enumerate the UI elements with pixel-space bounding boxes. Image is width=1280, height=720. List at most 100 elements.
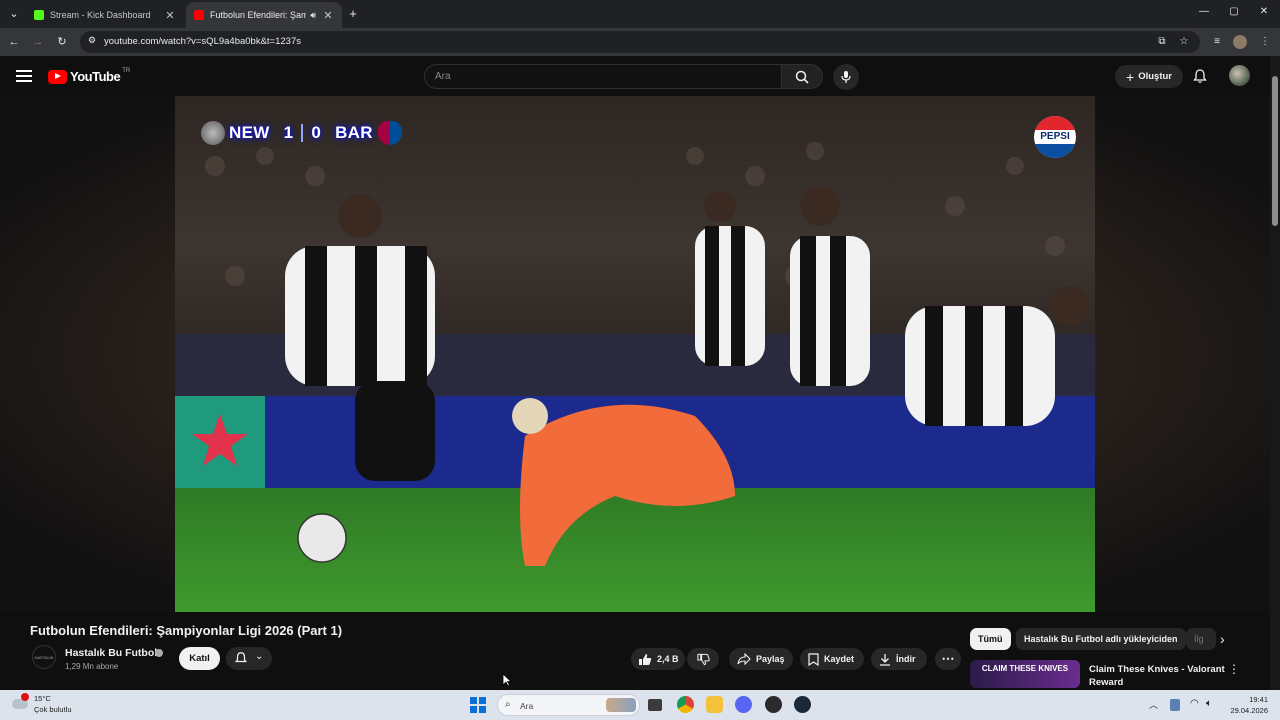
subscriber-count: 1,29 Mn abone [65, 662, 119, 671]
recommendation-title[interactable]: Claim These Knives - Valorant Reward [1089, 663, 1229, 689]
close-tab-icon[interactable]: ✕ [164, 9, 176, 22]
taskbar-search-input[interactable]: ⌕ Ara [497, 694, 640, 716]
away-score: 0 [311, 123, 322, 142]
steam-icon[interactable] [794, 696, 811, 713]
url-input[interactable]: ⚙ youtube.com/watch?v=sQL9a4ba0bk&t=1237… [80, 31, 1200, 53]
tray-app-icon[interactable] [1170, 699, 1180, 711]
search-input[interactable]: Ara [424, 64, 782, 89]
chip-label: Hastalık Bu Futbol adlı yükleyiciden [1024, 634, 1178, 644]
file-explorer-icon[interactable] [706, 696, 723, 713]
search-highlight-image [606, 698, 636, 712]
site-info-icon[interactable]: ⚙ [88, 35, 96, 46]
voice-search-button[interactable] [833, 64, 859, 90]
install-app-icon[interactable]: ⧉ [1155, 35, 1169, 49]
url-text: youtube.com/watch?v=sQL9a4ba0bk&t=1237s [104, 36, 301, 47]
tray-chevron-up-icon[interactable]: ︿ [1149, 698, 1158, 711]
bell-icon [234, 652, 248, 663]
save-bookmark-icon [808, 652, 819, 666]
channel-avatar[interactable]: HASTALIK [32, 645, 56, 669]
media-control-icon[interactable]: ≡ [1210, 35, 1224, 49]
barcelona-crest-icon [377, 121, 402, 145]
verified-badge-icon [155, 649, 163, 657]
youtube-favicon-icon [194, 10, 204, 20]
kick-favicon-icon [34, 10, 44, 20]
minimize-icon[interactable]: — [1194, 6, 1214, 22]
bookmark-star-icon[interactable]: ☆ [1177, 35, 1191, 49]
home-team: NEW [229, 123, 270, 142]
create-button[interactable]: + Oluştur [1115, 65, 1183, 88]
close-tab-icon[interactable]: ✕ [322, 9, 334, 22]
chevron-down-icon: ⌄ [255, 651, 264, 662]
join-button[interactable]: Katıl [179, 647, 220, 670]
chevron-right-icon[interactable]: › [1220, 631, 1225, 647]
notifications-bell-icon[interactable] [1192, 68, 1208, 84]
search-button[interactable] [781, 64, 823, 89]
country-code: TR [122, 67, 131, 74]
youtube-header: YouTube TR Ara + Oluştur [0, 56, 1280, 96]
forward-icon[interactable]: → [30, 35, 46, 49]
more-actions-button[interactable]: ⋯ [935, 648, 961, 670]
tab-kick-dashboard[interactable]: Stream - Kick Dashboard ✕ [26, 2, 184, 28]
windows-start-icon[interactable] [470, 697, 486, 713]
chip-all[interactable]: Tümü [970, 628, 1011, 650]
hamburger-menu-icon[interactable] [16, 68, 32, 84]
speaker-icon[interactable]: 🔊︎ [310, 10, 316, 21]
mouse-cursor-icon [502, 673, 512, 687]
newcastle-crest-icon [201, 121, 225, 145]
save-button[interactable]: Kaydet [800, 648, 864, 670]
close-window-icon[interactable]: ✕ [1254, 6, 1274, 22]
scrollbar-thumb[interactable] [1272, 76, 1278, 226]
obs-icon[interactable] [765, 696, 782, 713]
thumbnail-text: CLAIM THESE KNIVES [981, 664, 1069, 673]
create-label: Oluştur [1138, 71, 1172, 82]
save-label: Kaydet [824, 654, 855, 664]
microphone-icon [841, 71, 851, 83]
join-label: Katıl [189, 653, 210, 664]
download-icon [880, 653, 890, 666]
taskbar-clock[interactable]: 19:41 29.04.2026 [1224, 694, 1268, 716]
plus-icon: + [1126, 68, 1135, 85]
clock-date: 29.04.2026 [1230, 706, 1268, 715]
maximize-icon[interactable]: ▢ [1224, 6, 1244, 22]
tab-title: Futbolun Efendileri: Şampiy [210, 10, 307, 20]
youtube-play-icon [48, 69, 67, 84]
pepsi-red-band [1034, 116, 1076, 130]
channel-name[interactable]: Hastalık Bu Futbol [65, 647, 157, 659]
weather-description: Çok bulutlu [34, 705, 72, 714]
share-button[interactable]: Paylaş [729, 648, 793, 670]
share-icon [737, 653, 751, 665]
new-tab-icon[interactable]: + [345, 7, 361, 21]
chip-related[interactable]: İlg [1186, 628, 1216, 650]
video-player[interactable]: NEW 1 0 BAR PEPSI [0, 96, 1270, 612]
task-view-icon[interactable] [648, 699, 662, 711]
tab-search-icon[interactable]: ⌄ [6, 7, 22, 21]
recommendation-more-icon[interactable]: ⋮ [1228, 662, 1240, 676]
video-scene [175, 96, 1095, 612]
tab-title: Stream - Kick Dashboard [50, 10, 151, 20]
search-placeholder: Ara [435, 71, 451, 82]
chrome-icon[interactable] [677, 696, 694, 713]
dislike-button[interactable] [687, 648, 719, 670]
share-label: Paylaş [756, 654, 785, 664]
wifi-icon[interactable]: ◠ [1190, 698, 1199, 709]
download-button[interactable]: İndir [871, 648, 927, 670]
page-scrollbar[interactable] [1270, 56, 1280, 690]
account-avatar[interactable] [1229, 65, 1250, 86]
video-frame[interactable]: NEW 1 0 BAR PEPSI [175, 96, 1095, 612]
like-button[interactable]: 2,4 B [631, 648, 685, 670]
discord-icon[interactable] [735, 696, 752, 713]
profile-icon[interactable] [1233, 35, 1247, 49]
tab-youtube-video[interactable]: Futbolun Efendileri: Şampiy 🔊︎ ✕ [186, 2, 342, 28]
pepsi-logo: PEPSI [1034, 116, 1076, 158]
browser-menu-icon[interactable]: ⋮ [1258, 35, 1272, 49]
volume-icon[interactable]: 🔈︎ [1206, 698, 1212, 709]
recommendation-thumbnail[interactable]: CLAIM THESE KNIVES [970, 660, 1080, 688]
back-icon[interactable]: ← [6, 35, 22, 49]
reload-icon[interactable]: ↻ [54, 35, 70, 49]
pepsi-blue-band [1034, 144, 1076, 158]
video-title: Futbolun Efendileri: Şampiyonlar Ligi 20… [30, 623, 343, 638]
subscription-notifications-button[interactable]: ⌄ [226, 647, 272, 670]
chip-from-uploader[interactable]: Hastalık Bu Futbol adlı yükleyiciden [1016, 628, 1186, 650]
thumbs-up-icon [639, 653, 652, 665]
youtube-logo[interactable]: YouTube TR [48, 67, 131, 84]
